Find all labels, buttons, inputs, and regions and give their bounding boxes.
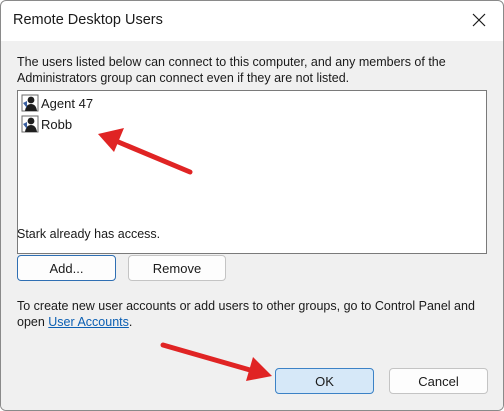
list-item-robb[interactable]: Robb — [21, 114, 72, 134]
access-note: Stark already has access. — [17, 227, 161, 241]
add-button[interactable]: Add... — [17, 255, 116, 281]
remote-desktop-users-dialog: Remote Desktop Users The users listed be… — [0, 0, 504, 411]
dialog-footer: OK Cancel — [1, 331, 503, 410]
user-accounts-link[interactable]: User Accounts — [48, 315, 129, 329]
list-item-agent-47[interactable]: Agent 47 — [21, 93, 93, 113]
info-text: To create new user accounts or add users… — [17, 298, 487, 330]
remove-button[interactable]: Remove — [128, 255, 226, 281]
window-title: Remote Desktop Users — [13, 12, 163, 28]
close-button[interactable] — [461, 5, 497, 35]
user-name: Robb — [41, 116, 73, 132]
cancel-button[interactable]: Cancel — [389, 368, 488, 394]
dialog-body: The users listed below can connect to th… — [1, 41, 503, 371]
user-name: Agent 47 — [41, 95, 94, 111]
info-suffix: . — [128, 315, 133, 329]
close-icon — [472, 13, 486, 27]
ok-button[interactable]: OK — [275, 368, 374, 394]
description-text: The users listed below can connect to th… — [17, 55, 446, 85]
title-bar: Remote Desktop Users — [1, 1, 503, 41]
user-icon — [21, 94, 39, 112]
user-icon — [21, 115, 39, 133]
